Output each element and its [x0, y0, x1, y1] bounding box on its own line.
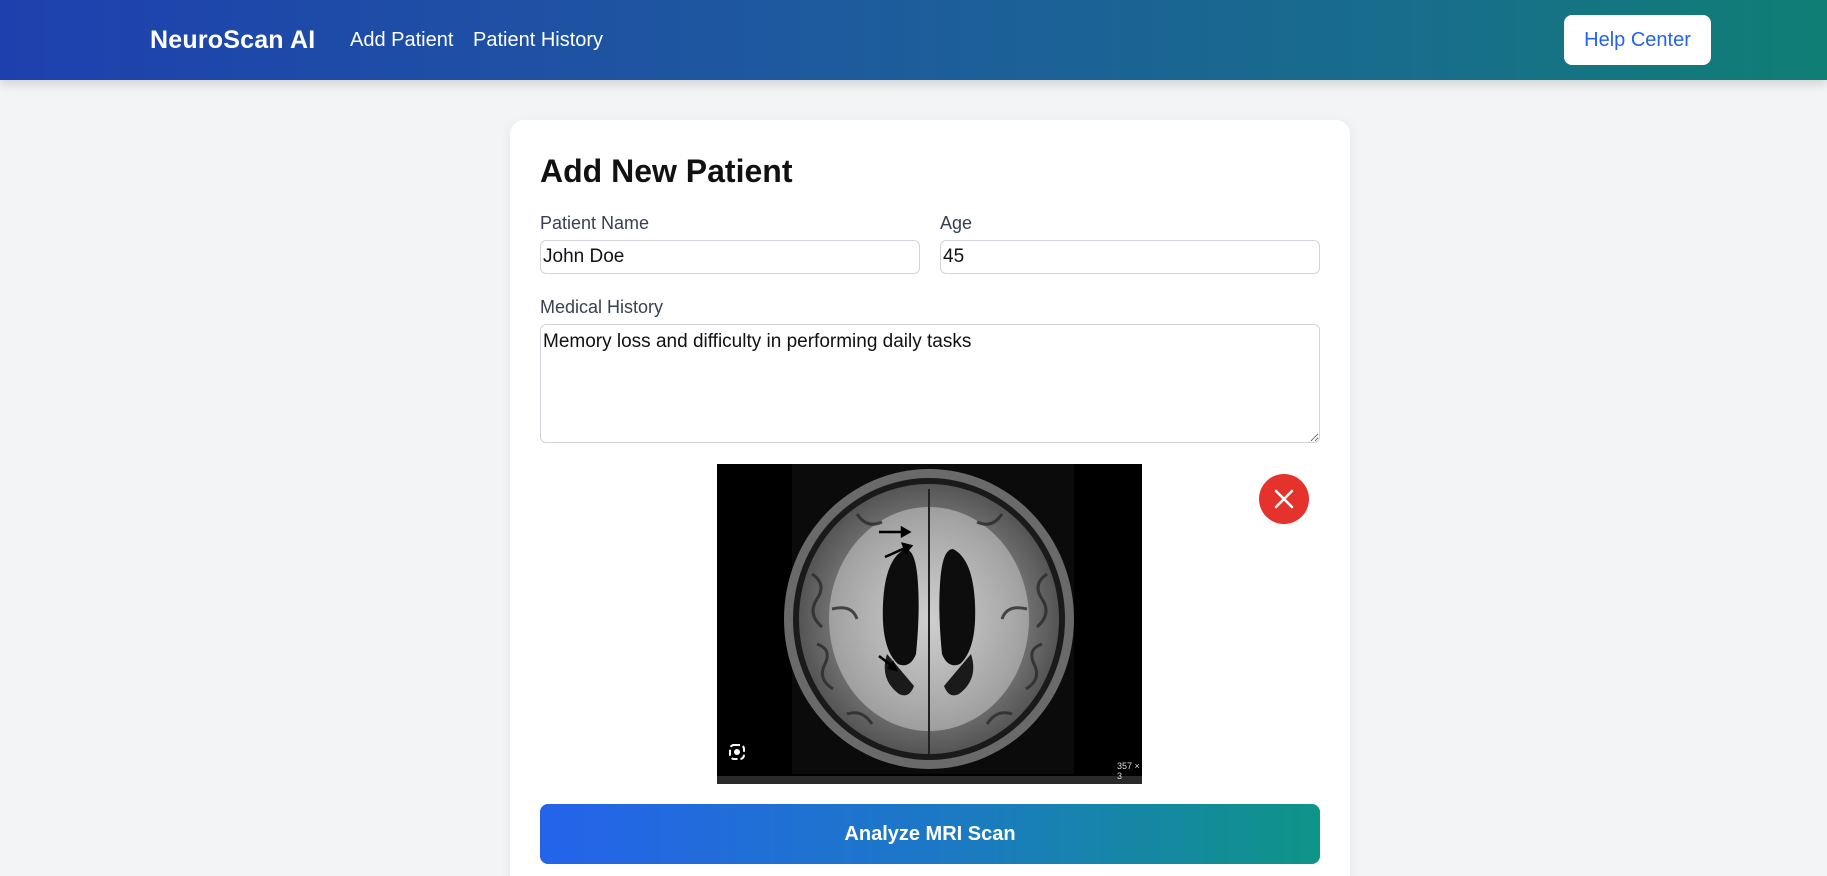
patient-name-input[interactable]	[540, 240, 920, 274]
page-title: Add New Patient	[540, 153, 793, 189]
mri-scan-image: 357 × 3	[717, 464, 1142, 784]
close-icon	[1274, 489, 1294, 509]
medical-history-textarea[interactable]: Memory loss and difficulty in performing…	[540, 324, 1320, 443]
top-navbar: NeuroScan AI Add Patient Patient History…	[0, 0, 1827, 80]
analyze-mri-button[interactable]: Analyze MRI Scan	[540, 804, 1320, 864]
nav-patient-history[interactable]: Patient History	[473, 29, 603, 52]
patient-name-label: Patient Name	[540, 213, 650, 233]
remove-image-button[interactable]	[1259, 474, 1309, 524]
age-input[interactable]	[940, 240, 1320, 274]
age-label: Age	[940, 213, 973, 233]
brand-logo[interactable]: NeuroScan AI	[150, 26, 315, 55]
nav-add-patient[interactable]: Add Patient	[350, 29, 453, 52]
add-patient-card: Add New Patient Patient Name Age Medical…	[510, 120, 1350, 876]
google-lens-icon[interactable]	[727, 742, 747, 762]
medical-history-label: Medical History	[540, 297, 664, 317]
image-footer-bar	[717, 776, 1142, 784]
help-center-button[interactable]: Help Center	[1564, 15, 1711, 65]
brain-mri-graphic	[784, 469, 1074, 769]
image-dimensions-text: 357 × 3	[1117, 761, 1140, 781]
